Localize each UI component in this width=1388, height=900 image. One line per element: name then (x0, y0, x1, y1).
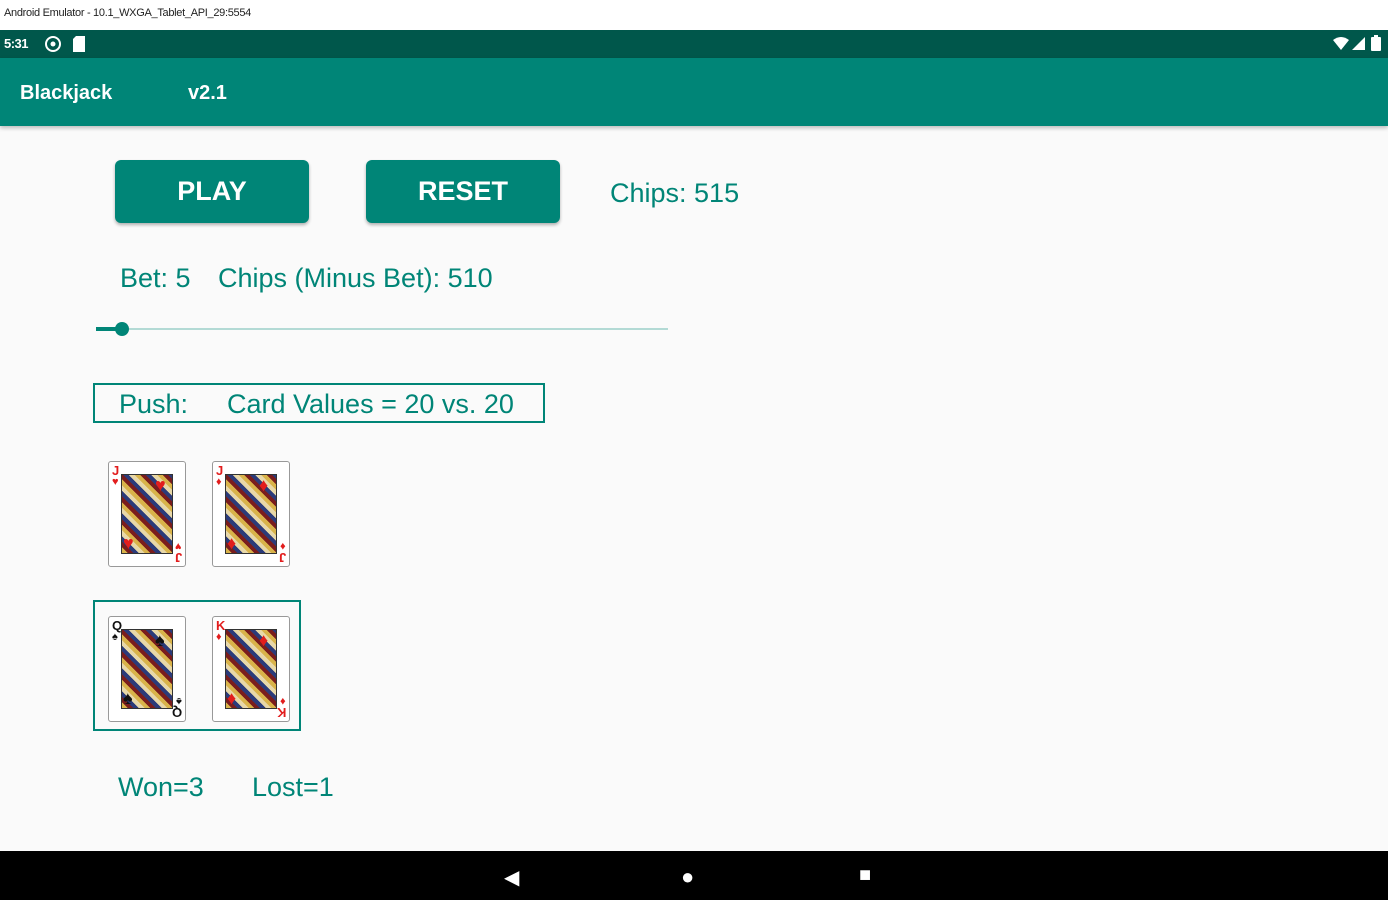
card-suit: ♦ (216, 631, 222, 643)
card-pip-bottom: ♠ (123, 688, 133, 708)
sd-card-icon (72, 35, 86, 58)
player-card-2: K ♦ K ♦ ♦ ♦ (212, 616, 290, 722)
slider-track (96, 328, 668, 330)
dealer-card-2: J ♦ J ♦ ♦ ♦ (212, 461, 290, 567)
card-pip: ♥ (155, 475, 166, 495)
player-card-1: Q ♠ Q ♠ ♠ ♠ (108, 616, 186, 722)
card-rank-bottom: J (174, 550, 182, 565)
settings-icon (44, 35, 62, 58)
card-suit: ♠ (112, 631, 118, 643)
reset-button[interactable]: RESET (366, 160, 560, 223)
back-icon[interactable]: ◀ (504, 865, 519, 890)
bet-label: Bet: 5 (120, 263, 191, 293)
card-suit-bottom: ♥ (175, 540, 182, 552)
result-box: Push: Card Values = 20 vs. 20 (93, 383, 545, 423)
lost-count: Lost=1 (252, 772, 334, 802)
chips-minus-bet-label: Chips (Minus Bet): 510 (218, 263, 493, 293)
window-title-bar: Android Emulator - 10.1_WXGA_Tablet_API_… (0, 0, 1388, 30)
card-pip-bottom: ♦ (227, 688, 237, 708)
card-suit-bottom: ♠ (176, 695, 182, 707)
app-version: v2.1 (188, 82, 227, 104)
window-title: Android Emulator - 10.1_WXGA_Tablet_API_… (4, 7, 252, 19)
bet-slider[interactable] (96, 318, 668, 340)
battery-icon (1370, 35, 1382, 58)
navigation-bar: ◀ ● ■ (0, 851, 1388, 900)
status-time: 5:31 (4, 36, 29, 51)
card-pip: ♦ (259, 475, 269, 495)
slider-thumb[interactable] (114, 322, 129, 336)
card-rank-bottom: K (276, 705, 286, 720)
recents-icon[interactable]: ■ (859, 864, 871, 887)
result-outcome: Push: (119, 389, 189, 419)
wifi-icon (1332, 35, 1350, 58)
card-rank-bottom: Q (171, 705, 182, 720)
home-icon[interactable]: ● (681, 864, 694, 890)
card-pip: ♦ (259, 630, 269, 650)
play-button[interactable]: PLAY (115, 160, 309, 223)
card-suit: ♦ (216, 476, 222, 488)
signal-icon (1350, 35, 1366, 58)
app-title: Blackjack (20, 82, 113, 104)
status-bar: 5:31 (0, 30, 1388, 58)
card-rank-bottom: J (278, 550, 286, 565)
result-card-values: Card Values = 20 vs. 20 (227, 389, 514, 419)
app-bar: Blackjack v2.1 (0, 58, 1388, 126)
card-pip-bottom: ♥ (123, 533, 134, 553)
card-suit-bottom: ♦ (280, 695, 286, 707)
card-suit-bottom: ♦ (280, 540, 286, 552)
card-pip-bottom: ♦ (227, 533, 237, 553)
card-suit: ♥ (112, 476, 119, 488)
chips-label: Chips: 515 (610, 178, 740, 208)
card-pip: ♠ (155, 630, 165, 650)
won-count: Won=3 (118, 772, 204, 802)
dealer-card-1: J ♥ J ♥ ♥ ♥ (108, 461, 186, 567)
